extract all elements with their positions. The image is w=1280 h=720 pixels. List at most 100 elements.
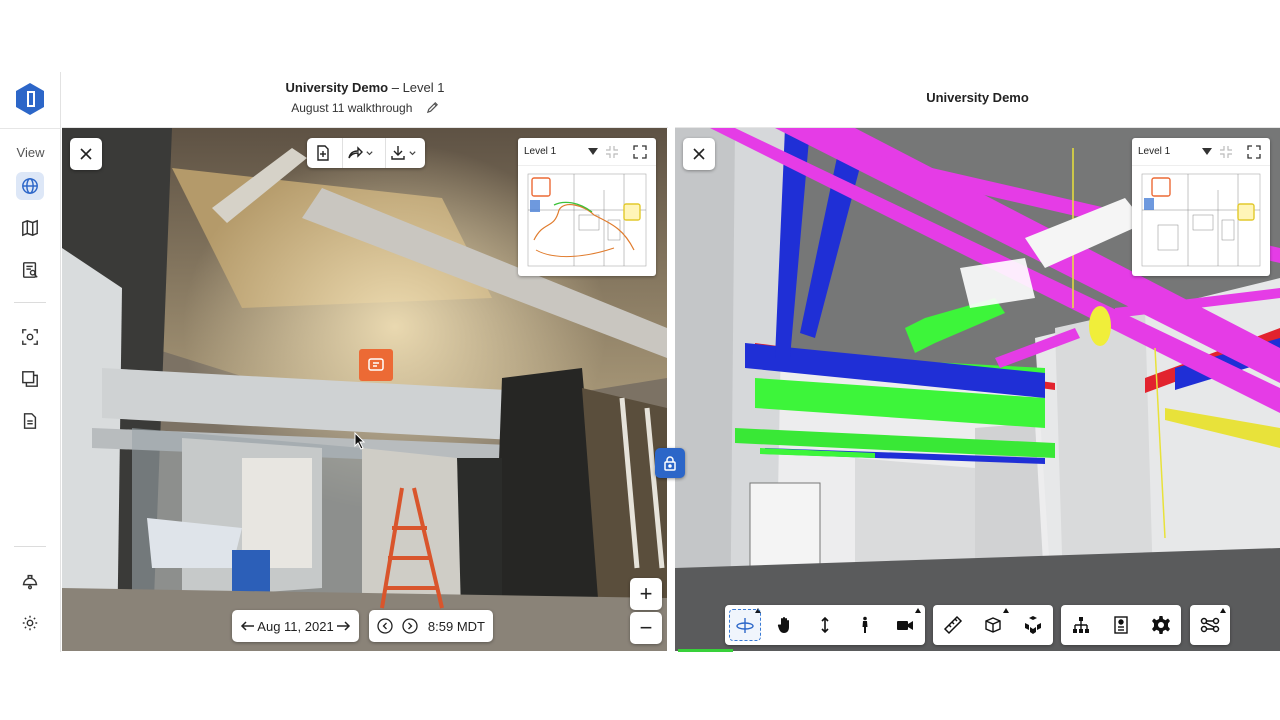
section-box-icon (985, 617, 1001, 633)
walkthrough-name: August 11 walkthrough (291, 101, 413, 115)
nodes-button[interactable] (1190, 605, 1230, 645)
app-window: View University Demo – Level 1 August 11… (0, 72, 1280, 652)
properties-icon (1114, 616, 1128, 634)
download-button[interactable] (385, 138, 421, 168)
sidebar-item-settings[interactable] (16, 609, 44, 637)
map-icon (22, 219, 38, 237)
minimap-level-select[interactable]: Level 1 (1138, 146, 1170, 157)
report-icon (22, 262, 38, 278)
share-button[interactable] (341, 138, 378, 168)
right-pane-header: University Demo (675, 72, 1280, 128)
viewer-settings-button[interactable] (1141, 605, 1181, 645)
view-label: View (16, 145, 45, 160)
level-name: Level 1 (402, 80, 445, 95)
explode-tool-button[interactable] (1013, 605, 1053, 645)
photo-360-viewer[interactable]: Level 1 + − Aug 11, 2021 8:59 MDT (62, 128, 667, 651)
zoom-in-label: + (639, 581, 653, 606)
add-note-icon (316, 145, 329, 161)
capture-time[interactable]: 8:59 MDT (428, 619, 485, 634)
explode-cubes-icon (1025, 616, 1041, 634)
submenu-indicator-icon (915, 608, 921, 613)
elevate-tool-button[interactable] (805, 605, 845, 645)
navigation-toolbar (725, 605, 925, 645)
dropdown-triangle-icon[interactable] (1202, 148, 1212, 155)
sidebar-header-divider (0, 128, 61, 129)
close-icon (693, 148, 705, 160)
sidebar-divider (14, 546, 46, 547)
camera-tool-button[interactable] (885, 605, 925, 645)
download-icon (391, 146, 406, 160)
submenu-indicator-icon (1003, 608, 1009, 613)
add-issue-button[interactable] (311, 138, 335, 168)
zoom-out-button[interactable]: − (630, 612, 662, 644)
minimap-level-select[interactable]: Level 1 (524, 146, 556, 157)
previous-date-arrow-icon[interactable] (240, 618, 256, 634)
date-navigator: Aug 11, 2021 (232, 610, 359, 642)
next-date-arrow-icon[interactable] (335, 618, 351, 634)
pan-tool-button[interactable] (765, 605, 805, 645)
bim-model-viewer[interactable]: Level 1 (675, 128, 1280, 651)
previous-time-icon[interactable] (377, 618, 393, 634)
nodes-icon (1200, 617, 1220, 633)
sidebar-item-capture[interactable] (16, 323, 44, 351)
share-arrow-icon (348, 146, 363, 159)
collapse-icon[interactable] (604, 144, 620, 160)
sidebar-item-reports[interactable] (16, 256, 44, 284)
edit-pencil-icon[interactable] (426, 101, 439, 114)
orange-pin-marker (1151, 177, 1171, 197)
sidebar: View (0, 72, 61, 652)
loading-progress-strip (678, 649, 733, 652)
settings-gear-icon (1152, 616, 1170, 634)
expand-icon[interactable] (1246, 144, 1262, 160)
left-pane-header: University Demo – Level 1 August 11 walk… (62, 72, 668, 128)
camera-icon (897, 621, 913, 630)
zoom-out-label: − (639, 615, 653, 640)
dropdown-triangle-icon[interactable] (588, 148, 598, 155)
elevate-icon (821, 616, 829, 634)
measure-tool-button[interactable] (933, 605, 973, 645)
model-tools-toolbar (933, 605, 1053, 645)
sidebar-item-layers[interactable] (16, 365, 44, 393)
sidebar-item-safety[interactable] (16, 567, 44, 595)
model-floorplan-minimap[interactable]: Level 1 (1132, 138, 1270, 276)
close-photo-button[interactable] (70, 138, 102, 170)
collapse-icon[interactable] (1218, 144, 1234, 160)
time-navigator: 8:59 MDT (369, 610, 493, 642)
issue-pin-marker[interactable] (359, 349, 393, 381)
orbit-icon (736, 618, 754, 633)
close-model-button[interactable] (683, 138, 715, 170)
sync-lock-button[interactable] (655, 448, 685, 478)
expand-icon[interactable] (632, 144, 648, 160)
floorplan-minimap[interactable]: Level 1 (518, 138, 656, 276)
next-time-icon[interactable] (402, 618, 419, 634)
model-title: University Demo (926, 90, 1029, 105)
mouse-cursor-icon (354, 432, 366, 450)
submenu-indicator-icon (1220, 608, 1226, 613)
split-divider[interactable] (667, 128, 675, 651)
extensions-toolbar (1190, 605, 1230, 645)
globe-icon (22, 178, 38, 194)
project-name: University Demo (285, 80, 389, 95)
orange-pin-marker (531, 177, 551, 197)
layers-icon (22, 371, 38, 387)
minimap-header: Level 1 (1132, 138, 1270, 166)
measure-ruler-icon (943, 615, 963, 635)
sidebar-item-documents[interactable] (16, 407, 44, 435)
properties-button[interactable] (1101, 605, 1141, 645)
orbit-tool-button[interactable] (725, 605, 765, 645)
yellow-pin-marker (1237, 203, 1255, 221)
sidebar-item-map[interactable] (16, 214, 44, 242)
model-browser-button[interactable] (1061, 605, 1101, 645)
walkthrough-line: August 11 walkthrough (62, 101, 668, 115)
document-icon (23, 413, 37, 429)
floorplan-drawing (1141, 173, 1261, 267)
app-logo-icon[interactable] (14, 82, 46, 116)
walk-tool-button[interactable] (845, 605, 885, 645)
capture-date[interactable]: Aug 11, 2021 (257, 619, 333, 634)
pin-note-icon (368, 358, 384, 371)
section-tool-button[interactable] (973, 605, 1013, 645)
sidebar-item-360-view[interactable] (16, 172, 44, 200)
zoom-in-button[interactable]: + (630, 578, 662, 610)
hardhat-icon (22, 574, 38, 590)
close-icon (80, 148, 92, 160)
